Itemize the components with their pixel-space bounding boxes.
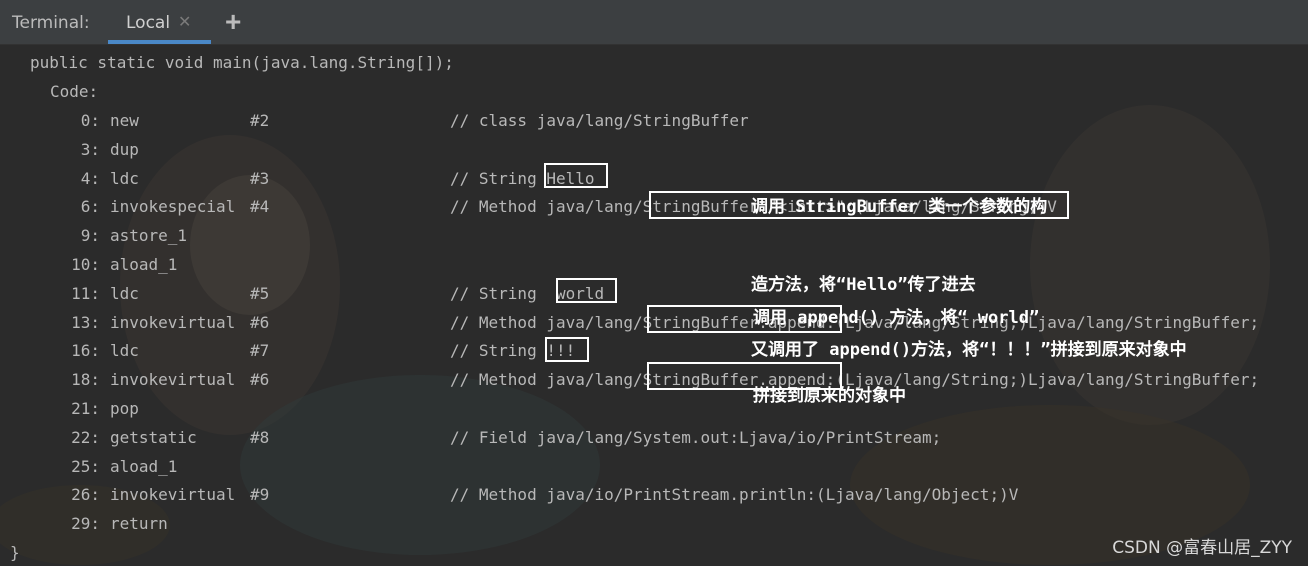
code-ref: #3	[250, 168, 270, 188]
watermark: CSDN @富春山居_ZYY	[1112, 538, 1292, 558]
code-offset: 9:	[80, 226, 100, 246]
code-ref: #2	[250, 111, 270, 130]
highlight-append-2	[647, 362, 842, 390]
code-opcode: aload_1	[110, 255, 178, 274]
close-icon[interactable]: ✕	[178, 12, 191, 32]
code-opcode: return	[110, 514, 168, 534]
code-line: 9: astore_1	[0, 219, 1308, 248]
code-line: 26: invokevirtual #9 // Method java/io/Prin…	[0, 478, 1308, 507]
code-comment: // Method java/io/PrintStream.println:(L…	[450, 485, 1019, 505]
code-offset: 25:	[71, 456, 100, 476]
code-line-label: Code:	[0, 75, 1308, 104]
code-opcode: ldc	[110, 341, 139, 361]
code-line: 11: ldc #5// String world	[0, 277, 1308, 306]
code-opcode: invokevirtual	[110, 370, 236, 390]
terminal-title: Terminal:	[12, 13, 90, 33]
signature-text: public static void main(java.lang.String…	[30, 53, 454, 72]
code-offset: 21:	[71, 399, 100, 418]
code-offset: 22:	[71, 427, 100, 447]
code-opcode: invokevirtual	[110, 485, 236, 505]
code-offset: 16:	[71, 341, 100, 361]
code-opcode: ldc	[110, 168, 139, 188]
terminal-tabbar: Terminal: Local ✕ +	[0, 0, 1308, 45]
code-offset: 18:	[71, 370, 100, 390]
active-tab-indicator	[108, 40, 211, 44]
code-line: 0: new #2 // class java/lang/StringBuffer	[0, 104, 1308, 133]
highlight-hello	[544, 163, 608, 188]
closing-brace: }	[10, 543, 20, 562]
code-line: 29: return	[0, 507, 1308, 536]
code-line: 10: aload_1	[0, 248, 1308, 277]
code-ref: #5	[250, 283, 270, 303]
code-offset: 11:	[71, 283, 100, 303]
code-line-signature: public static void main(java.lang.String…	[0, 46, 1308, 75]
code-offset: 10:	[71, 255, 100, 274]
code-line: 21: pop	[0, 392, 1308, 421]
code-label: Code:	[50, 82, 99, 101]
code-opcode: getstatic	[110, 427, 197, 447]
code-opcode: new	[110, 111, 139, 130]
code-line: 3: dup	[0, 133, 1308, 162]
code-line: 4: ldc #3// String Hello	[0, 162, 1308, 191]
code-ref: #8	[250, 427, 270, 447]
code-opcode: pop	[110, 399, 139, 418]
code-offset: 3:	[80, 139, 100, 159]
highlight-world	[556, 278, 617, 303]
code-offset: 4:	[80, 168, 100, 188]
code-ref: #7	[250, 341, 270, 361]
code-line: 25: aload_1	[0, 450, 1308, 479]
code-ref: #6	[250, 370, 270, 390]
code-ref: #4	[250, 197, 270, 217]
code-offset: 13:	[71, 312, 100, 332]
highlight-init	[649, 191, 1069, 219]
code-offset: 26:	[71, 485, 100, 505]
code-ref: #9	[250, 485, 270, 505]
code-offset: 0:	[80, 111, 100, 130]
tab-local[interactable]: Local	[126, 13, 170, 33]
highlight-append-1	[647, 305, 842, 333]
code-line: 22: getstatic #8// Field java/lang/System.…	[0, 421, 1308, 450]
code-comment: // class java/lang/StringBuffer	[450, 111, 749, 130]
code-opcode: dup	[110, 139, 139, 159]
highlight-exclaim	[545, 337, 589, 362]
code-opcode: astore_1	[110, 226, 188, 246]
annotation-append-exclaim: 又调用了 append()方法，将“！！！”拼接到原来对象中	[751, 340, 1187, 360]
code-opcode: aload_1	[110, 456, 178, 476]
code-opcode: ldc	[110, 283, 139, 303]
code-opcode: invokespecial	[110, 197, 236, 217]
code-offset: 6:	[80, 197, 100, 217]
code-offset: 29:	[71, 514, 100, 534]
code-opcode: invokevirtual	[110, 312, 236, 332]
plus-icon[interactable]: +	[225, 6, 241, 38]
code-ref: #6	[250, 312, 270, 332]
